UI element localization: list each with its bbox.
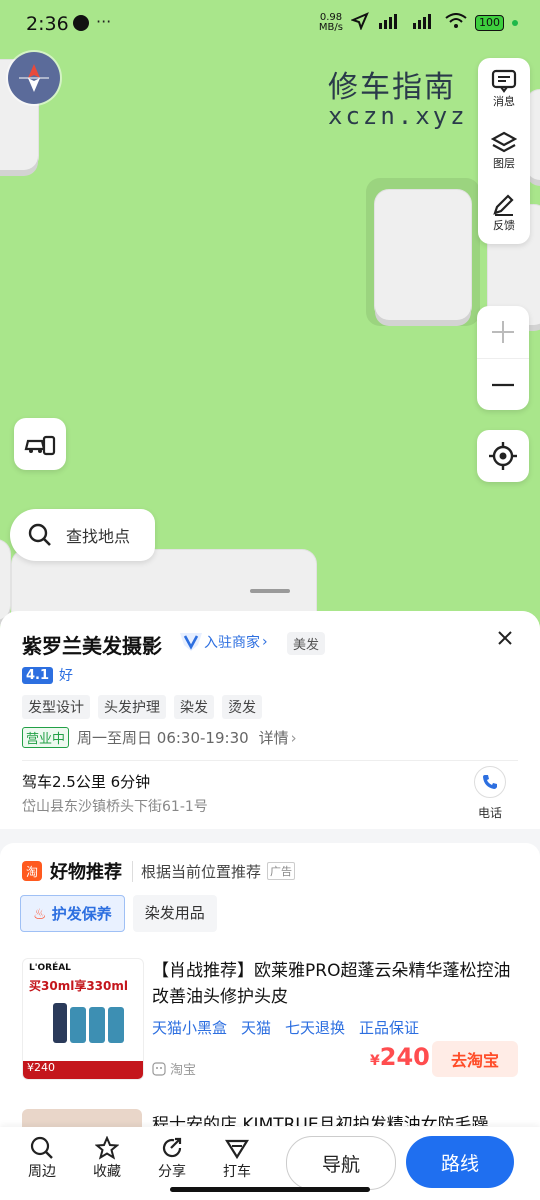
share-icon [162, 1137, 182, 1158]
charging-dot [512, 19, 518, 26]
status-time: 2:36 [26, 13, 69, 35]
status-more: ··· [96, 12, 112, 31]
home-indicator[interactable] [170, 1187, 370, 1192]
phone-icon [483, 775, 497, 789]
phone-button[interactable]: 电话 [470, 766, 510, 821]
recommend-tabs: ♨ 护发保养 染发用品 [20, 895, 217, 932]
details-link[interactable]: 详情 [259, 727, 289, 748]
zoom-out-button[interactable] [477, 358, 529, 411]
ad-badge: 广告 [267, 862, 296, 880]
rating-word: 好 [59, 668, 74, 684]
edit-icon [493, 194, 514, 216]
product-price: ¥240 [370, 1043, 430, 1071]
product-title[interactable]: 【肖战推荐】欧莱雅PRO超蓬云朵精华蓬松控油改善油头修护头皮 [152, 958, 522, 1010]
crosshair-icon [489, 442, 517, 470]
verified-v-icon [180, 633, 202, 651]
layers-icon [491, 131, 517, 153]
feedback-button[interactable]: 反馈 [478, 182, 530, 244]
navigate-button[interactable]: 导航 [286, 1136, 396, 1190]
tab-hair-dye[interactable]: 染发用品 [132, 895, 217, 932]
map-building [0, 540, 10, 620]
location-arrow-icon [350, 12, 369, 33]
taobao-face-icon [152, 1061, 166, 1076]
plus-icon [492, 321, 514, 343]
star-icon [95, 1136, 119, 1160]
taobao-icon: 淘 [22, 861, 42, 881]
car-mode-button[interactable] [14, 418, 66, 470]
battery-icon: 100 [475, 14, 504, 31]
search-place-button[interactable]: 查找地点 [10, 509, 155, 561]
share-button[interactable]: 分享 [146, 1135, 198, 1181]
tab-hair-care[interactable]: ♨ 护发保养 [20, 895, 125, 932]
close-button[interactable] [496, 628, 514, 653]
zoom-in-button[interactable] [477, 306, 529, 358]
taxi-button[interactable]: 打车 [211, 1135, 263, 1181]
locate-me-button[interactable] [477, 430, 529, 482]
notification-icon [73, 15, 89, 31]
business-hours[interactable]: 营业中 周一至周日 06:30-19:30 详情 › [22, 727, 297, 748]
recommend-subtitle: 根据当前位置推荐 [132, 860, 261, 882]
search-icon [30, 1136, 53, 1159]
hours-text: 周一至周日 06:30-19:30 [77, 729, 249, 747]
product-tags: 天猫小黑盒 天猫 七天退换 正品保证 [152, 1019, 420, 1037]
poi-name: 紫罗兰美发摄影 [22, 634, 162, 658]
chevron-right-icon: › [262, 634, 268, 650]
route-button[interactable]: 路线 [406, 1136, 514, 1188]
chevron-right-icon: › [290, 728, 297, 747]
taxi-icon [225, 1139, 249, 1160]
minus-icon [492, 383, 514, 387]
signal-icon [377, 13, 403, 32]
merchant-badge[interactable]: 入驻商家 › [178, 631, 268, 653]
recommend-title: 好物推荐 [50, 862, 122, 883]
zoom-control [477, 306, 529, 410]
product-source: 淘宝 [152, 1059, 196, 1078]
poi-tag: 发型设计 [22, 695, 90, 719]
message-button[interactable]: 消息 [478, 58, 530, 120]
status-bar: 2:36 ··· 0.98 MB/s 100 [0, 0, 540, 48]
compass-icon [19, 64, 49, 92]
search-icon [28, 523, 51, 546]
product-bottles [53, 1003, 124, 1043]
poi-tag: 烫发 [222, 695, 262, 719]
address: 岱山县东沙镇桥头下街61-1号 [22, 799, 208, 815]
network-speed: 0.98 MB/s [318, 11, 343, 33]
layers-button[interactable]: 图层 [478, 120, 530, 182]
product-price-tag: ¥240 [23, 1061, 143, 1079]
map-tools-panel: 消息 图层 反馈 [478, 58, 530, 244]
rating-score: 4.1 [22, 666, 54, 684]
signal-icon-2 [411, 13, 437, 32]
recommend-header: 淘 好物推荐 根据当前位置推荐 广告 [22, 858, 296, 884]
rating: 4.1 好 [22, 665, 73, 685]
poi-tags: 发型设计 头发护理 染发 烫发 [22, 695, 262, 719]
sheet-drag-handle[interactable] [250, 589, 290, 593]
map-building [375, 190, 471, 320]
search-placeholder: 查找地点 [66, 527, 131, 546]
car-phone-icon [24, 435, 56, 456]
product-image-2[interactable] [22, 1109, 142, 1129]
poi-tag: 头发护理 [98, 695, 166, 719]
compass-button[interactable] [8, 52, 60, 104]
nearby-button[interactable]: 周边 [16, 1135, 68, 1181]
drive-info: 驾车2.5公里 6分钟 [22, 773, 151, 791]
product-title-2[interactable]: 程士安的店 KIMTRUE且初护发精油女防毛躁 [152, 1110, 522, 1126]
watermark: 修车指南 xczn.xyz [328, 70, 468, 130]
open-status: 营业中 [22, 727, 70, 748]
poi-tag: 染发 [174, 695, 214, 719]
category-tag: 美发 [287, 632, 326, 655]
fire-icon: ♨ [33, 905, 47, 923]
favorite-button[interactable]: 收藏 [81, 1135, 133, 1181]
message-icon [491, 69, 517, 93]
wifi-icon [445, 13, 467, 32]
go-taobao-button[interactable]: 去淘宝 [432, 1041, 518, 1077]
close-icon [498, 631, 512, 645]
divider [22, 760, 518, 761]
product-image[interactable]: L'ORÉAL 买30ml享330ml ¥240 [22, 958, 144, 1080]
